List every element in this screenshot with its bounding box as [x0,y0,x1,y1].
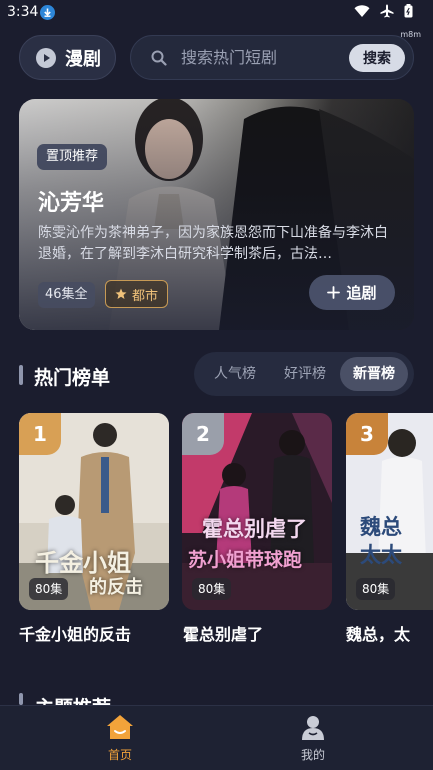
section-accent-bar [19,693,23,705]
status-time: 3:34 [7,4,39,20]
home-icon [107,715,133,739]
genre-label: 都市 [132,288,159,304]
bottom-nav: 首页 我的 [0,705,433,770]
ranking-card[interactable]: 2 霍总别虐了 苏小姐带球跑 80集 [182,413,332,610]
featured-tag: 置顶推荐 [37,144,108,170]
episode-badge: 80集 [29,578,69,600]
hero-title: 沁芳华 [38,191,105,216]
rank-badge: 2 [182,413,224,455]
poster-title-art: 太太 [360,542,402,567]
card-title[interactable]: 魏总，太 [346,621,410,645]
poster-title-art: 的反击 [89,577,143,598]
plus-icon [327,286,341,299]
nav-home[interactable]: 首页 [80,714,160,763]
poster-title-art: 霍总别虐了 [202,516,307,541]
wifi-icon [354,4,370,17]
nav-mine-label: 我的 [300,748,325,762]
nav-home-label: 首页 [107,748,132,762]
card-title[interactable]: 千金小姐的反击 [19,621,131,645]
brand-label: 漫剧 [65,48,101,70]
star-icon [115,288,127,299]
follow-button[interactable]: 追剧 [309,275,395,310]
search-button[interactable]: 搜索 [349,44,405,72]
card-title[interactable]: 霍总别虐了 [183,621,263,645]
ranking-tabs: 人气榜 好评榜 新晋榜 [194,352,414,396]
search-icon [151,50,167,66]
battery-icon [404,4,413,18]
ranking-card[interactable]: 3 魏总 太太 80集 [346,413,433,610]
episode-count-badge: 46集全 [38,282,95,308]
ranking-title: 热门榜单 [34,367,111,389]
rank-badge: 1 [19,413,61,455]
search-input[interactable] [181,36,331,79]
hero-banner[interactable]: 置顶推荐 沁芳华 陈雯沁作为茶神弟子，因为家族恩怨而下山准备与李沐白退婚，在了解… [19,99,414,330]
follow-label: 追剧 [346,284,377,302]
tab-new[interactable]: 新晋榜 [340,357,408,391]
brand-button[interactable]: 漫剧 [19,35,116,80]
ranking-card[interactable]: 1 千金小姐 的反击 80集 [19,413,169,610]
episode-badge: 80集 [192,578,232,600]
download-icon [40,5,55,20]
theme-section-title: 主题推荐 [35,693,111,705]
search-bar[interactable]: 搜索 [130,35,414,80]
airplane-icon [380,4,394,18]
play-icon [36,47,56,68]
user-icon [302,716,324,740]
genre-badge: 都市 [105,280,169,308]
episode-badge: 80集 [356,578,396,600]
tab-popular[interactable]: 人气榜 [202,352,268,396]
tab-top-rated[interactable]: 好评榜 [272,352,338,396]
rank-badge: 3 [346,413,388,455]
poster-title-art: 苏小姐带球跑 [188,549,303,571]
status-bar: 3:34 m8m [0,0,433,39]
section-accent-bar [19,365,23,385]
hero-description: 陈雯沁作为茶神弟子，因为家族恩怨而下山准备与李沐白退婚，在了解到李沐白研究科学制… [38,225,388,262]
poster-title-art: 魏总 [360,514,402,539]
nav-mine[interactable]: 我的 [273,714,353,763]
